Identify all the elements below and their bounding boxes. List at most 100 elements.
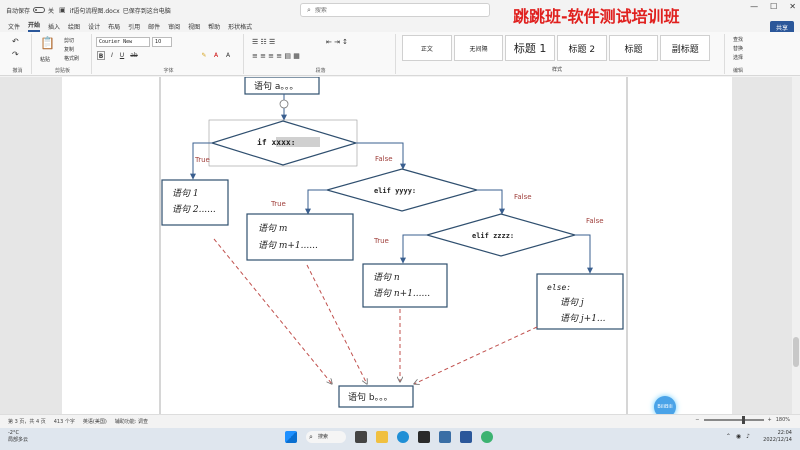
replace-button[interactable]: 替换 — [733, 45, 743, 52]
file-explorer-icon[interactable] — [376, 431, 388, 443]
arrow-elif1-false — [477, 189, 505, 215]
font-size-select[interactable]: 10 — [152, 37, 172, 47]
edge-browser-icon[interactable] — [397, 431, 409, 443]
weather-desc: 局部多云 — [8, 437, 29, 443]
tab-references[interactable]: 引用 — [128, 22, 140, 31]
redo-icon[interactable]: ↷ — [12, 50, 19, 59]
branch3-box[interactable] — [362, 263, 448, 308]
find-button[interactable]: 查找 — [733, 36, 743, 43]
paragraph-group: ☰ ☷ ☰ ⇤ ⇥ ↕ ≡ ≡ ≡ ≡ ▤ ▦ 段落 — [246, 34, 396, 74]
status-bar: 第 3 页，共 4 页 413 个字 英语(美国) 辅助功能: 调查 — [0, 414, 800, 428]
autosave-toggle[interactable] — [33, 7, 46, 13]
paste-icon[interactable]: 📋 — [40, 36, 55, 50]
style-heading1[interactable]: 标题 1 — [505, 35, 556, 61]
app-icon[interactable] — [439, 431, 451, 443]
weather-widget[interactable]: -2°C 局部多云 — [8, 430, 28, 444]
search-input[interactable] — [314, 6, 465, 14]
styles-group-label: 样式 — [552, 67, 563, 73]
tab-home[interactable]: 开始 — [28, 20, 41, 32]
if-condition-text: if xxxx: — [257, 137, 296, 147]
tab-layout[interactable]: 布局 — [108, 22, 120, 31]
align-icon[interactable]: ≡ ≡ ≡ ≡ ▤ ▦ — [252, 52, 300, 60]
branch2-box[interactable] — [246, 213, 354, 261]
undo-group-label: 撤消 — [12, 68, 23, 74]
branch1-box[interactable] — [161, 179, 229, 226]
minimize-icon[interactable]: — — [750, 2, 758, 11]
tab-help[interactable]: 帮助 — [208, 22, 220, 31]
underline-button[interactable]: U — [118, 51, 126, 60]
bottom-statement-text: 语句 b。。。 — [348, 391, 393, 403]
save-icon[interactable]: ▣ — [59, 6, 66, 14]
tab-design[interactable]: 设计 — [88, 22, 100, 31]
highlight-icon[interactable]: ✎ — [200, 51, 208, 60]
zoom-controls: − + 180% — [695, 416, 790, 424]
arrow-elif1-true — [305, 189, 327, 215]
tab-shape-format[interactable]: 形状格式 — [228, 22, 252, 31]
search-box[interactable]: ⌕ — [300, 3, 490, 17]
accessibility-status[interactable]: 辅助功能: 调查 — [115, 418, 148, 425]
styles-gallery: 正文 无间隔 标题 1 标题 2 标题 副标题 — [402, 35, 712, 61]
scrollbar-thumb[interactable] — [793, 337, 799, 367]
editing-group: 查找 替换 选择 编辑 — [724, 34, 796, 74]
tab-mailings[interactable]: 邮件 — [148, 22, 160, 31]
wechat-icon[interactable] — [481, 431, 493, 443]
tab-draw[interactable]: 绘图 — [68, 22, 80, 31]
ribbon-tabs: 文件 开始 插入 绘图 设计 布局 引用 邮件 审阅 视图 帮助 形状格式 — [0, 20, 800, 32]
style-title[interactable]: 标题 — [608, 35, 659, 61]
style-heading2[interactable]: 标题 2 — [557, 35, 607, 61]
volume-icon[interactable]: ♪ — [746, 433, 750, 440]
maximize-icon[interactable]: ☐ — [770, 2, 777, 11]
dashed-arrow-else — [414, 326, 538, 384]
network-icon[interactable]: ◉ — [736, 433, 741, 440]
word-count[interactable]: 413 个字 — [54, 418, 75, 425]
word-icon[interactable] — [460, 431, 472, 443]
tab-insert[interactable]: 插入 — [48, 22, 60, 31]
undo-icon[interactable]: ↶ — [12, 37, 19, 46]
tab-view[interactable]: 视图 — [188, 22, 200, 31]
format-painter-button[interactable]: 格式刷 — [64, 55, 79, 62]
close-icon[interactable]: ✕ — [789, 2, 796, 11]
copy-button[interactable]: 复制 — [64, 46, 74, 53]
word-window: 自动保存 关 ▣ if语句流程图.docx 已保存到这台电脑 ⌕ 跳跳班-软件测… — [0, 0, 800, 450]
pycharm-icon[interactable] — [418, 431, 430, 443]
top-statement-text: 语句 a。。。 — [254, 80, 298, 92]
zoom-level[interactable]: 180% — [776, 417, 790, 423]
language[interactable]: 英语(美国) — [83, 418, 107, 425]
cut-button[interactable]: 剪切 — [64, 37, 74, 44]
task-view-icon[interactable] — [355, 431, 367, 443]
zoom-in-icon[interactable]: + — [768, 417, 772, 423]
indent-icon[interactable]: ⇤ ⇥ ↕ — [326, 38, 348, 46]
clock-time: 22:04 — [777, 430, 792, 436]
dashed-arrow-branch2 — [306, 264, 367, 384]
page-count[interactable]: 第 3 页，共 4 页 — [8, 418, 46, 425]
italic-button[interactable]: I — [108, 51, 116, 60]
font-color-icon[interactable]: A — [212, 51, 220, 60]
vertical-scrollbar[interactable] — [792, 77, 800, 414]
document-page[interactable]: 语句 a。。。 if xxxx: True False 语句 1 语句 2...… — [62, 77, 732, 414]
search-icon: ⌕ — [307, 5, 311, 14]
rotate-handle-icon[interactable] — [279, 99, 289, 109]
bullets-icon[interactable]: ☰ ☷ ☰ — [252, 38, 275, 46]
zoom-slider[interactable] — [703, 416, 764, 424]
arrow-elif2-false — [575, 234, 593, 274]
taskbar-search[interactable]: 搜索 — [306, 431, 346, 443]
style-no-spacing[interactable]: 无间隔 — [453, 35, 504, 61]
else-label-text: else: — [547, 283, 571, 292]
font-name-select[interactable]: Courier New — [96, 37, 150, 47]
select-button[interactable]: 选择 — [733, 54, 743, 61]
bold-button[interactable]: B — [97, 51, 105, 60]
if-false-label: False — [375, 155, 393, 163]
style-normal[interactable]: 正文 — [402, 35, 452, 61]
char-shading-icon[interactable]: A — [224, 51, 232, 60]
tray-chevron-icon[interactable]: ⌃ — [726, 433, 731, 440]
style-subtitle[interactable]: 副标题 — [660, 35, 711, 61]
tab-file[interactable]: 文件 — [8, 22, 20, 31]
tab-review[interactable]: 审阅 — [168, 22, 180, 31]
paste-label[interactable]: 粘贴 — [40, 56, 50, 63]
elif2-false-label: False — [586, 217, 604, 225]
windows-start-icon[interactable] — [285, 431, 297, 443]
branch2-line2: 语句 m+1...... — [258, 240, 318, 251]
taskbar-clock[interactable]: 22:04 2022/12/14 — [763, 430, 792, 444]
zoom-out-icon[interactable]: − — [695, 417, 699, 423]
strikethrough-button[interactable]: ab — [130, 51, 138, 60]
